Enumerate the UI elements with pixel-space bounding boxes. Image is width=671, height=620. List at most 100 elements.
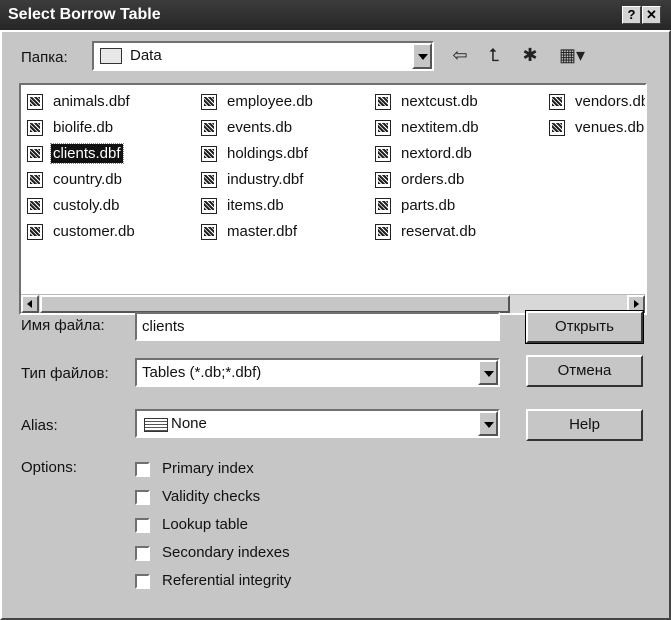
- secondary-indexes-label[interactable]: Secondary indexes: [162, 544, 290, 561]
- file-column-2: employee.db events.db holdings.dbf indus…: [199, 89, 315, 245]
- file-item[interactable]: industry.dbf: [199, 167, 315, 193]
- file-item[interactable]: events.db: [199, 115, 315, 141]
- file-name: parts.db: [401, 197, 456, 214]
- file-name: clients.dbf: [50, 143, 124, 164]
- alias-dropdown-button[interactable]: [478, 411, 498, 436]
- table-file-icon: [201, 146, 217, 162]
- table-file-icon: [27, 94, 43, 110]
- file-item[interactable]: items.db: [199, 193, 315, 219]
- file-item[interactable]: holdings.dbf: [199, 141, 315, 167]
- file-name: venues.db: [575, 119, 645, 136]
- lookin-combobox[interactable]: Data: [92, 41, 434, 71]
- file-name: industry.dbf: [227, 171, 304, 188]
- table-file-icon: [27, 146, 43, 162]
- help-button[interactable]: Help: [526, 409, 643, 441]
- file-name: master.dbf: [227, 223, 298, 240]
- table-file-icon: [201, 94, 217, 110]
- file-name: nextord.db: [401, 145, 472, 162]
- file-name: customer.db: [53, 223, 135, 240]
- filetype-value: Tables (*.db;*.dbf): [142, 364, 262, 381]
- file-item[interactable]: master.dbf: [199, 219, 315, 245]
- table-file-icon: [375, 198, 391, 214]
- file-item[interactable]: custoly.db: [25, 193, 137, 219]
- lookup-table-checkbox[interactable]: [135, 518, 150, 533]
- file-name: vendors.db: [575, 93, 647, 110]
- table-file-icon: [375, 172, 391, 188]
- scroll-thumb[interactable]: [40, 295, 510, 313]
- file-item[interactable]: animals.dbf: [25, 89, 137, 115]
- file-list[interactable]: animals.dbf biolife.db clients.dbf count…: [19, 83, 647, 315]
- table-file-icon: [27, 224, 43, 240]
- file-item[interactable]: country.db: [25, 167, 137, 193]
- scroll-left-button[interactable]: [21, 295, 39, 313]
- file-column-1: animals.dbf biolife.db clients.dbf count…: [25, 89, 137, 245]
- file-name: animals.dbf: [53, 93, 130, 110]
- file-name: events.db: [227, 119, 293, 136]
- file-name: biolife.db: [53, 119, 114, 136]
- file-item[interactable]: nextitem.db: [373, 115, 481, 141]
- lookup-table-label[interactable]: Lookup table: [162, 516, 248, 533]
- file-column-3: nextcust.db nextitem.db nextord.db order…: [373, 89, 481, 245]
- table-file-icon: [549, 120, 565, 136]
- table-file-icon: [375, 224, 391, 240]
- file-item[interactable]: parts.db: [373, 193, 481, 219]
- file-item[interactable]: venues.db: [547, 115, 645, 141]
- primary-index-label[interactable]: Primary index: [162, 460, 254, 477]
- window-title: Select Borrow Table: [8, 6, 161, 23]
- new-folder-icon[interactable]: ✱: [517, 44, 543, 66]
- referential-integrity-label[interactable]: Referential integrity: [162, 572, 291, 589]
- validity-checks-checkbox[interactable]: [135, 490, 150, 505]
- file-item[interactable]: vendors.db: [547, 89, 647, 115]
- dialog-body: Папка: Data ⇦ ⮤ ✱ ▦▾ animals.dbf biolife…: [0, 30, 671, 620]
- table-file-icon: [201, 120, 217, 136]
- file-item[interactable]: reservat.db: [373, 219, 481, 245]
- file-item[interactable]: customer.db: [25, 219, 137, 245]
- table-file-icon: [375, 94, 391, 110]
- cancel-button[interactable]: Отмена: [526, 355, 643, 387]
- open-button[interactable]: Открыть: [525, 310, 644, 344]
- lookin-value: Data: [130, 47, 162, 64]
- alias-label: Alias:: [21, 417, 58, 434]
- title-bar: Select Borrow Table ? ✕: [0, 0, 671, 30]
- lookin-dropdown-button[interactable]: [412, 43, 432, 69]
- back-icon[interactable]: ⇦: [449, 44, 471, 66]
- lookin-label: Папка:: [21, 49, 68, 66]
- file-name: holdings.dbf: [227, 145, 308, 162]
- file-column-4: vendors.db venues.db: [547, 89, 647, 141]
- filename-label: Имя файла:: [21, 317, 105, 334]
- table-file-icon: [201, 224, 217, 240]
- file-item-selected[interactable]: clients.dbf: [25, 141, 137, 167]
- primary-index-checkbox[interactable]: [135, 462, 150, 477]
- table-file-icon: [27, 172, 43, 188]
- filetype-dropdown-button[interactable]: [478, 360, 498, 385]
- close-title-button[interactable]: ✕: [642, 6, 661, 24]
- file-name: nextitem.db: [401, 119, 479, 136]
- filetype-combobox[interactable]: Tables (*.db;*.dbf): [135, 358, 500, 387]
- table-file-icon: [375, 120, 391, 136]
- file-item[interactable]: orders.db: [373, 167, 481, 193]
- filename-value: clients: [142, 318, 185, 335]
- file-name: reservat.db: [401, 223, 477, 240]
- file-name: nextcust.db: [401, 93, 478, 110]
- validity-checks-label[interactable]: Validity checks: [162, 488, 260, 505]
- filetype-label: Тип файлов:: [21, 365, 109, 382]
- file-item[interactable]: nextord.db: [373, 141, 481, 167]
- file-name: items.db: [227, 197, 284, 214]
- table-file-icon: [27, 120, 43, 136]
- table-file-icon: [27, 198, 43, 214]
- up-folder-icon[interactable]: ⮤: [483, 44, 505, 66]
- table-file-icon: [201, 172, 217, 188]
- filename-input[interactable]: clients: [135, 312, 500, 341]
- file-item[interactable]: biolife.db: [25, 115, 137, 141]
- referential-integrity-checkbox[interactable]: [135, 574, 150, 589]
- alias-combobox[interactable]: None: [135, 409, 500, 438]
- help-title-button[interactable]: ?: [622, 6, 641, 24]
- view-menu-icon[interactable]: ▦▾: [555, 44, 589, 66]
- secondary-indexes-checkbox[interactable]: [135, 546, 150, 561]
- file-item[interactable]: nextcust.db: [373, 89, 481, 115]
- file-item[interactable]: employee.db: [199, 89, 315, 115]
- file-name: orders.db: [401, 171, 465, 188]
- file-name: country.db: [53, 171, 122, 188]
- file-name: custoly.db: [53, 197, 120, 214]
- table-file-icon: [375, 146, 391, 162]
